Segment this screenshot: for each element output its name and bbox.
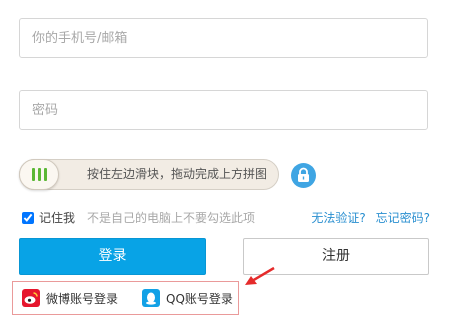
cant-verify-link[interactable]: 无法验证? <box>311 211 365 225</box>
remember-me[interactable]: 记住我 不是自己的电脑上不要勾选此项 <box>22 209 255 227</box>
login-button[interactable]: 登录 <box>19 238 206 275</box>
password-input[interactable] <box>19 90 428 130</box>
weibo-icon <box>22 289 40 307</box>
forgot-password-link[interactable]: 忘记密码? <box>376 211 430 225</box>
weibo-login-label: 微博账号登录 <box>46 291 119 306</box>
weibo-login[interactable]: 微博账号登录 <box>22 288 118 308</box>
qq-icon <box>142 289 160 307</box>
remember-checkbox[interactable] <box>22 212 34 224</box>
remember-hint: 不是自己的电脑上不要勾选此项 <box>87 211 256 225</box>
annotation-arrow-icon <box>245 266 275 285</box>
slider-handle[interactable] <box>19 159 59 190</box>
captcha-slider-track: 按住左边滑块，拖动完成上方拼图 <box>19 159 279 190</box>
qq-login-label: QQ账号登录 <box>166 291 233 306</box>
social-login-box: 微博账号登录 QQ账号登录 <box>12 281 239 315</box>
qq-login[interactable]: QQ账号登录 <box>142 288 233 308</box>
lock-icon[interactable] <box>291 163 316 188</box>
remember-label: 记住我 <box>39 211 76 225</box>
help-links: 无法验证? 忘记密码? <box>305 209 430 227</box>
phone-email-input[interactable] <box>19 18 428 58</box>
slider-instruction: 按住左边滑块，拖动完成上方拼图 <box>86 167 267 181</box>
